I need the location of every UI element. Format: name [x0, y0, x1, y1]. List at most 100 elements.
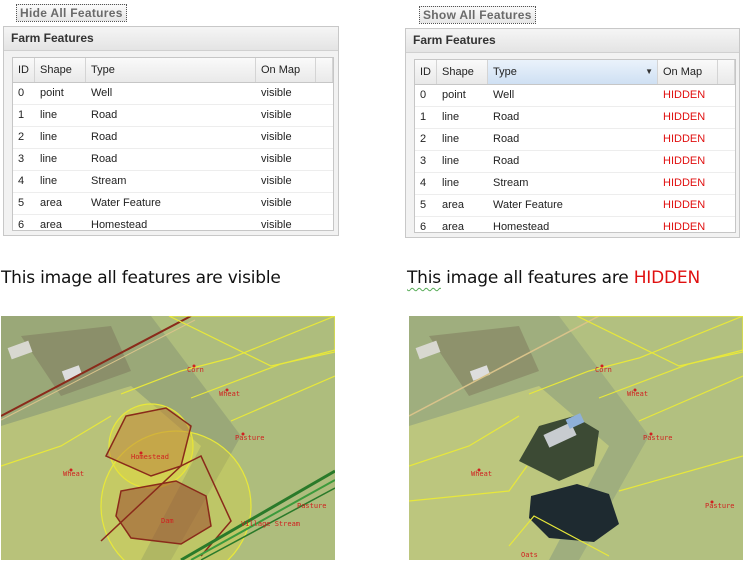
cell-shape: point: [442, 89, 466, 101]
cell-type: Road: [493, 133, 520, 145]
cell-on-map: HIDDEN: [663, 155, 706, 167]
map-label-homestead: Homestead: [131, 453, 169, 461]
cell-shape: line: [40, 109, 58, 121]
cell-type: Road: [91, 153, 118, 165]
cell-type: Homestead: [493, 221, 550, 233]
left-panel: Hide All Features Farm Features ID Shape…: [0, 0, 340, 240]
map-label-pasture: Pasture: [235, 434, 265, 442]
cell-on-map: visible: [261, 87, 292, 99]
cell-shape: area: [442, 221, 465, 233]
farm-features-grid-right: Farm Features ID Shape Type ▼ On Map 0 po…: [405, 28, 740, 238]
cell-spacer: [718, 85, 735, 106]
cell-on-map: visible: [261, 175, 292, 187]
cell-id: 3: [18, 153, 25, 165]
map-label-stream: Village Stream: [241, 520, 300, 528]
table-row[interactable]: 6 area Homestead HIDDEN: [415, 217, 735, 233]
table-row[interactable]: 4 line Stream HIDDEN: [415, 173, 735, 195]
cell-on-map: HIDDEN: [663, 133, 706, 145]
table-row[interactable]: 5 area Water Feature HIDDEN: [415, 195, 735, 217]
cell-id: 6: [18, 219, 25, 231]
caption-right-middle: image all features are: [440, 268, 634, 288]
cell-on-map: HIDDEN: [663, 177, 706, 189]
grid-header: ID Shape Type ▼ On Map: [415, 60, 735, 85]
cell-shape: area: [40, 197, 63, 209]
table-row[interactable]: 3 line Road HIDDEN: [415, 151, 735, 173]
map-label-wheat: Wheat: [219, 390, 240, 398]
caption-right-emphasis: HIDDEN: [633, 268, 700, 288]
table-row[interactable]: 6 area Homestead visible: [13, 215, 333, 231]
cell-id: 5: [18, 197, 25, 209]
column-header-shape[interactable]: Shape: [35, 58, 86, 82]
table-row[interactable]: 2 line Road HIDDEN: [415, 129, 735, 151]
cell-type: Water Feature: [493, 199, 563, 211]
cell-spacer: [316, 127, 333, 148]
table-row[interactable]: 0 point Well HIDDEN: [415, 85, 735, 107]
grid-rows: 0 point Well visible 1 line Road visible 2 line Ro…: [13, 83, 333, 231]
cell-spacer: [718, 217, 735, 232]
hide-all-features-button[interactable]: Hide All Features: [16, 4, 127, 22]
column-header-on-map[interactable]: On Map: [658, 60, 718, 84]
map-label-oats: Oats: [521, 551, 538, 559]
cell-type: Water Feature: [91, 197, 161, 209]
cell-spacer: [718, 107, 735, 128]
cell-spacer: [718, 173, 735, 194]
table-row[interactable]: 5 area Water Feature visible: [13, 193, 333, 215]
cell-on-map: visible: [261, 197, 292, 209]
map-label-wheat-west: Wheat: [63, 470, 84, 478]
cell-id: 2: [420, 133, 427, 145]
cell-id: 3: [420, 155, 427, 167]
cell-on-map: visible: [261, 131, 292, 143]
cell-type: Homestead: [91, 219, 148, 231]
cell-on-map: visible: [261, 109, 292, 121]
cell-id: 0: [420, 89, 427, 101]
grid-body: ID Shape Type ▼ On Map 0 point Well HIDDEN 1…: [414, 59, 736, 233]
cell-spacer: [316, 193, 333, 214]
cell-shape: area: [442, 199, 465, 211]
cell-on-map: HIDDEN: [663, 221, 706, 233]
grid-rows: 0 point Well HIDDEN 1 line Road HIDDEN 2 line Road…: [415, 85, 735, 233]
map-label-pasture-east: Pasture: [705, 502, 735, 510]
grid-body: ID Shape Type On Map 0 point Well visible 1 l…: [12, 57, 334, 231]
caption-right: This image all features are HIDDEN: [407, 268, 700, 288]
grid-header: ID Shape Type On Map: [13, 58, 333, 83]
table-row[interactable]: 1 line Road HIDDEN: [415, 107, 735, 129]
cell-on-map: HIDDEN: [663, 199, 706, 211]
map-features-visible[interactable]: Corn Wheat Pasture Wheat Homestead Dam V…: [1, 316, 335, 560]
grid-title: Farm Features: [4, 27, 338, 51]
cell-id: 2: [18, 131, 25, 143]
cell-shape: line: [40, 175, 58, 187]
column-header-on-map[interactable]: On Map: [256, 58, 316, 82]
cell-type: Road: [493, 111, 520, 123]
column-header-type[interactable]: Type ▼: [488, 60, 658, 84]
map-canvas: Corn Wheat Pasture Wheat Pasture Oats: [409, 316, 743, 560]
table-row[interactable]: 3 line Road visible: [13, 149, 333, 171]
cell-on-map: HIDDEN: [663, 89, 706, 101]
table-row[interactable]: 2 line Road visible: [13, 127, 333, 149]
caption-left: This image all features are visible: [1, 268, 281, 288]
show-all-features-button[interactable]: Show All Features: [419, 6, 536, 24]
cell-id: 0: [18, 87, 25, 99]
map-features-hidden[interactable]: Corn Wheat Pasture Wheat Pasture Oats: [409, 316, 743, 560]
cell-type: Stream: [91, 175, 127, 187]
dropdown-arrow-icon[interactable]: ▼: [645, 60, 653, 84]
cell-on-map: HIDDEN: [663, 111, 706, 123]
grid-title: Farm Features: [406, 29, 739, 53]
cell-shape: line: [442, 133, 460, 145]
cell-id: 4: [18, 175, 25, 187]
cell-id: 1: [420, 111, 427, 123]
cell-shape: line: [442, 111, 460, 123]
cell-on-map: visible: [261, 153, 292, 165]
table-row[interactable]: 4 line Stream visible: [13, 171, 333, 193]
column-header-id[interactable]: ID: [13, 58, 35, 82]
column-header-shape[interactable]: Shape: [437, 60, 488, 84]
farm-features-grid-left: Farm Features ID Shape Type On Map 0 poin…: [3, 26, 339, 236]
table-row[interactable]: 1 line Road visible: [13, 105, 333, 127]
column-header-id[interactable]: ID: [415, 60, 437, 84]
right-panel: Show All Features Farm Features ID Shape…: [405, 0, 745, 240]
map-canvas: Corn Wheat Pasture Wheat Homestead Dam V…: [1, 316, 335, 560]
table-row[interactable]: 0 point Well visible: [13, 83, 333, 105]
column-header-type[interactable]: Type: [86, 58, 256, 82]
cell-spacer: [316, 215, 333, 230]
cell-shape: area: [40, 219, 63, 231]
cell-type: Road: [91, 109, 118, 121]
